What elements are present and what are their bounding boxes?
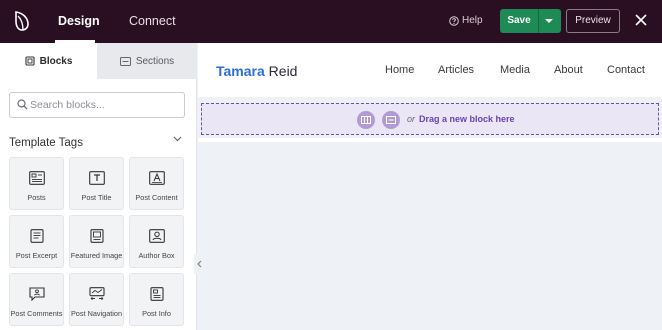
- block-label: Post Content: [135, 193, 178, 202]
- nav-item-articles[interactable]: Articles: [438, 64, 474, 76]
- add-columns-button[interactable]: [357, 111, 375, 129]
- site-title[interactable]: Tamara Reid: [216, 63, 297, 79]
- block-featured-image[interactable]: Featured Image: [69, 215, 124, 268]
- block-post-comments[interactable]: Post Comments: [9, 273, 64, 326]
- template-tags-title: Template Tags: [9, 137, 83, 149]
- block-label: Post Title: [81, 193, 112, 202]
- block-dropzone[interactable]: or Drag a new block here: [201, 103, 659, 135]
- post-excerpt-icon: [30, 229, 44, 243]
- add-row-button[interactable]: [382, 111, 400, 129]
- collapse-sidebar-button[interactable]: [194, 254, 206, 274]
- tab-sections[interactable]: Sections: [97, 43, 197, 79]
- block-label: Post Navigation: [70, 309, 123, 318]
- post-comments-icon: [29, 287, 45, 301]
- save-button[interactable]: Save: [500, 9, 561, 33]
- sprout-logo-icon: [15, 11, 29, 31]
- featured-image-icon: [90, 229, 104, 243]
- site-title-first: Tamara: [216, 63, 265, 79]
- dropzone-or: or: [407, 114, 416, 124]
- block-label: Post Info: [142, 309, 171, 318]
- template-tags-header[interactable]: Template Tags: [9, 133, 185, 149]
- block-author-box[interactable]: Author Box: [129, 215, 184, 268]
- block-post-excerpt[interactable]: Post Excerpt: [9, 215, 64, 268]
- chevron-down-icon[interactable]: [173, 136, 182, 142]
- chevron-down-icon[interactable]: [545, 19, 553, 23]
- block-label: Author Box: [138, 251, 175, 260]
- post-navigation-icon: [89, 287, 105, 301]
- block-post-info[interactable]: Post Info: [129, 273, 184, 326]
- post-info-icon: [150, 287, 164, 301]
- nav-item-home[interactable]: Home: [385, 64, 414, 76]
- close-icon[interactable]: [634, 13, 648, 27]
- site-title-last: Reid: [268, 63, 298, 79]
- help-label: Help: [462, 15, 483, 26]
- dropzone-label: Drag a new block here: [419, 114, 515, 124]
- posts-icon: [29, 171, 45, 185]
- site-header: Tamara Reid Home Articles Media About Co…: [198, 43, 662, 97]
- block-post-content[interactable]: Post Content: [129, 157, 184, 210]
- blocks-icon: [25, 56, 35, 66]
- block-label: Featured Image: [70, 251, 123, 260]
- columns-icon: [361, 116, 371, 124]
- preview-button[interactable]: Preview: [566, 9, 620, 33]
- top-bar: Design Connect Help Save Preview: [0, 0, 662, 43]
- search-icon: [17, 99, 28, 110]
- block-label: Post Excerpt: [15, 251, 58, 260]
- save-label: Save: [507, 15, 531, 26]
- block-label: Post Comments: [10, 309, 63, 318]
- block-post-title[interactable]: Post Title: [69, 157, 124, 210]
- chevron-left-icon: [197, 260, 202, 268]
- help-icon: [449, 15, 459, 26]
- row-icon: [386, 116, 396, 124]
- post-content-icon: [149, 171, 165, 185]
- search-box: [9, 92, 185, 118]
- tab-sections-label: Sections: [135, 55, 175, 67]
- sidebar: Blocks Sections Template Tags: [0, 43, 197, 330]
- tab-connect[interactable]: Connect: [129, 0, 176, 43]
- sections-icon: [119, 56, 131, 66]
- block-posts[interactable]: Posts: [9, 157, 64, 210]
- tab-blocks[interactable]: Blocks: [0, 43, 97, 79]
- search-input[interactable]: [30, 96, 180, 114]
- block-post-navigation[interactable]: Post Navigation: [69, 273, 124, 326]
- tab-blocks-label: Blocks: [39, 55, 73, 67]
- section-strip: [198, 138, 662, 142]
- author-box-icon: [149, 229, 165, 243]
- block-label: Posts: [27, 193, 46, 202]
- nav-item-contact[interactable]: Contact: [607, 64, 645, 76]
- tab-design[interactable]: Design: [55, 0, 100, 43]
- help-link[interactable]: Help: [449, 15, 483, 26]
- post-title-icon: [89, 171, 105, 185]
- nav-item-about[interactable]: About: [554, 64, 583, 76]
- nav-item-media[interactable]: Media: [500, 64, 530, 76]
- save-divider: [538, 9, 539, 33]
